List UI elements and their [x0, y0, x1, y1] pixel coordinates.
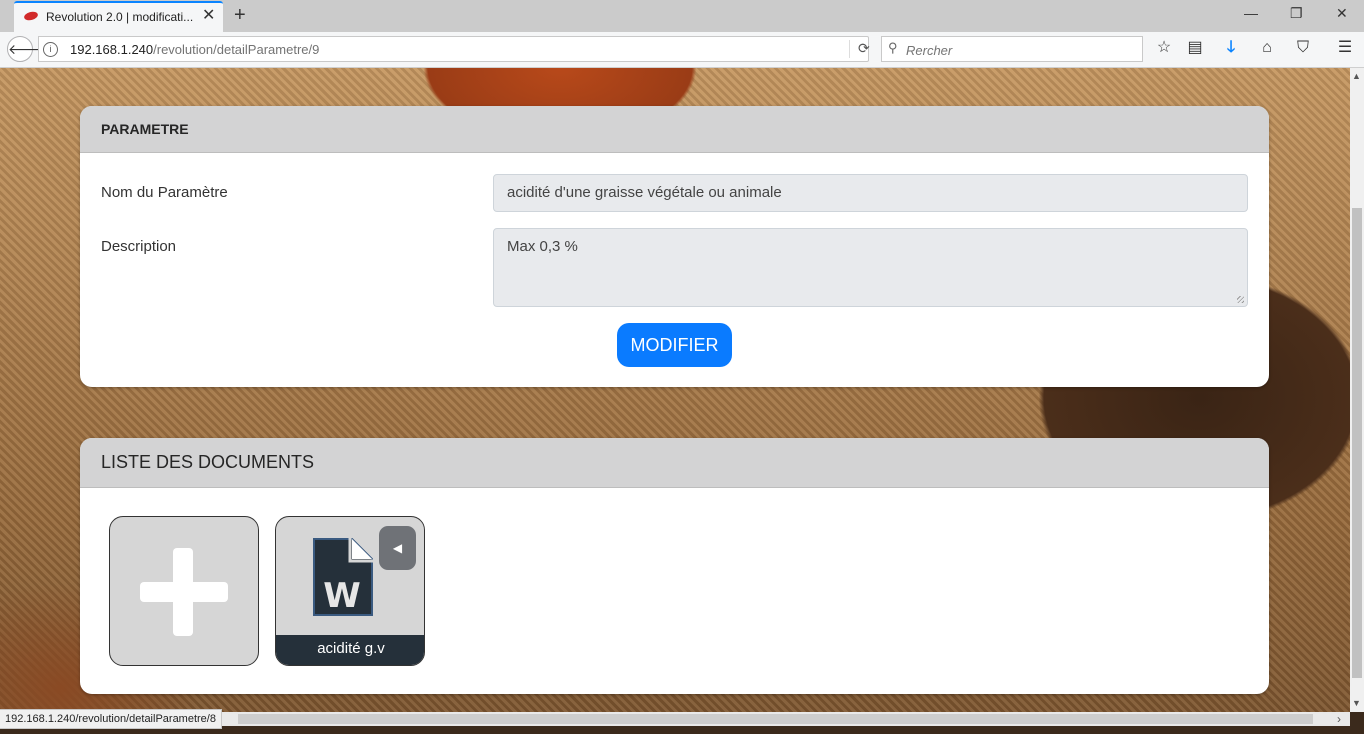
window-close-icon[interactable]: ✕ — [1336, 5, 1348, 22]
url-host: 192.168.1.240 — [70, 42, 154, 57]
horizontal-scroll-thumb[interactable] — [238, 714, 1313, 724]
pocket-icon[interactable]: ⛉ — [1294, 39, 1312, 57]
status-url: 192.168.1.240/revolution/detailParametre… — [0, 709, 222, 729]
page-content: PARAMETRE Nom du Paramètre acidité d'une… — [0, 68, 1350, 712]
tab-title: Revolution 2.0 | modificati... — [46, 10, 194, 24]
vertical-scroll-thumb[interactable] — [1352, 208, 1362, 678]
svg-text:W: W — [323, 576, 361, 616]
reload-icon[interactable]: ⟳ — [849, 40, 870, 58]
search-input[interactable] — [904, 40, 1138, 60]
tab-close-icon[interactable]: ✕ — [202, 8, 215, 24]
navigation-bar: 🡐 i 192.168.1.240/revolution/detailParam… — [0, 32, 1364, 68]
hamburger-menu-icon[interactable]: ☰ — [1336, 39, 1354, 57]
add-document-button[interactable] — [109, 516, 259, 666]
name-label: Nom du Paramètre — [101, 184, 228, 201]
url-text[interactable]: 192.168.1.240/revolution/detailParametre… — [70, 42, 319, 57]
star-icon[interactable]: ☆ — [1155, 39, 1173, 57]
url-path: /revolution/detailParametre/9 — [153, 42, 320, 57]
home-icon[interactable]: ⌂ — [1258, 39, 1276, 57]
word-document-icon: W — [313, 537, 374, 616]
scroll-down-icon[interactable]: ▼ — [1352, 698, 1361, 708]
search-bar[interactable]: ⚲ — [881, 36, 1143, 62]
download-arrow-icon[interactable]: 🡓 — [1222, 39, 1240, 57]
minimize-icon[interactable]: — — [1244, 5, 1258, 21]
description-label: Description — [101, 238, 177, 255]
modify-button[interactable]: MODIFIER — [617, 323, 732, 367]
tab-bar: Revolution 2.0 | modificati... ✕ + — ❐ ✕ — [0, 0, 1364, 32]
parametre-card-header: PARAMETRE — [80, 106, 1269, 153]
search-icon: ⚲ — [888, 40, 898, 55]
document-label: acidité g.v — [276, 635, 424, 665]
documents-card-header: LISTE DES DOCUMENTS — [80, 438, 1269, 488]
document-tile[interactable]: W ◀ acidité g.v — [275, 516, 425, 666]
address-bar[interactable]: i 192.168.1.240/revolution/detailParamet… — [38, 36, 870, 62]
favicon-icon — [23, 10, 39, 22]
scroll-up-icon[interactable]: ▲ — [1352, 71, 1361, 81]
info-icon[interactable]: i — [43, 42, 58, 57]
new-tab-button[interactable]: + — [234, 4, 246, 26]
caret-left-icon[interactable]: ◀ — [379, 526, 416, 570]
browser-tab[interactable]: Revolution 2.0 | modificati... ✕ — [14, 1, 223, 32]
resize-grip-icon[interactable] — [1237, 296, 1244, 303]
parametre-card: PARAMETRE Nom du Paramètre acidité d'une… — [80, 106, 1269, 387]
description-field[interactable]: Max 0,3 % — [493, 228, 1248, 307]
description-value: Max 0,3 % — [507, 238, 578, 255]
restore-icon[interactable]: ❐ — [1290, 5, 1303, 22]
reader-list-icon[interactable]: ▤ — [1186, 39, 1204, 57]
name-field[interactable]: acidité d'une graisse végétale ou animal… — [493, 174, 1248, 212]
scroll-right-icon[interactable]: › — [1337, 712, 1341, 726]
documents-card: LISTE DES DOCUMENTS W ◀ acidité g.v — [80, 438, 1269, 694]
vertical-scrollbar[interactable]: ▲ ▼ — [1350, 68, 1364, 712]
back-button[interactable]: 🡐 — [7, 36, 46, 62]
